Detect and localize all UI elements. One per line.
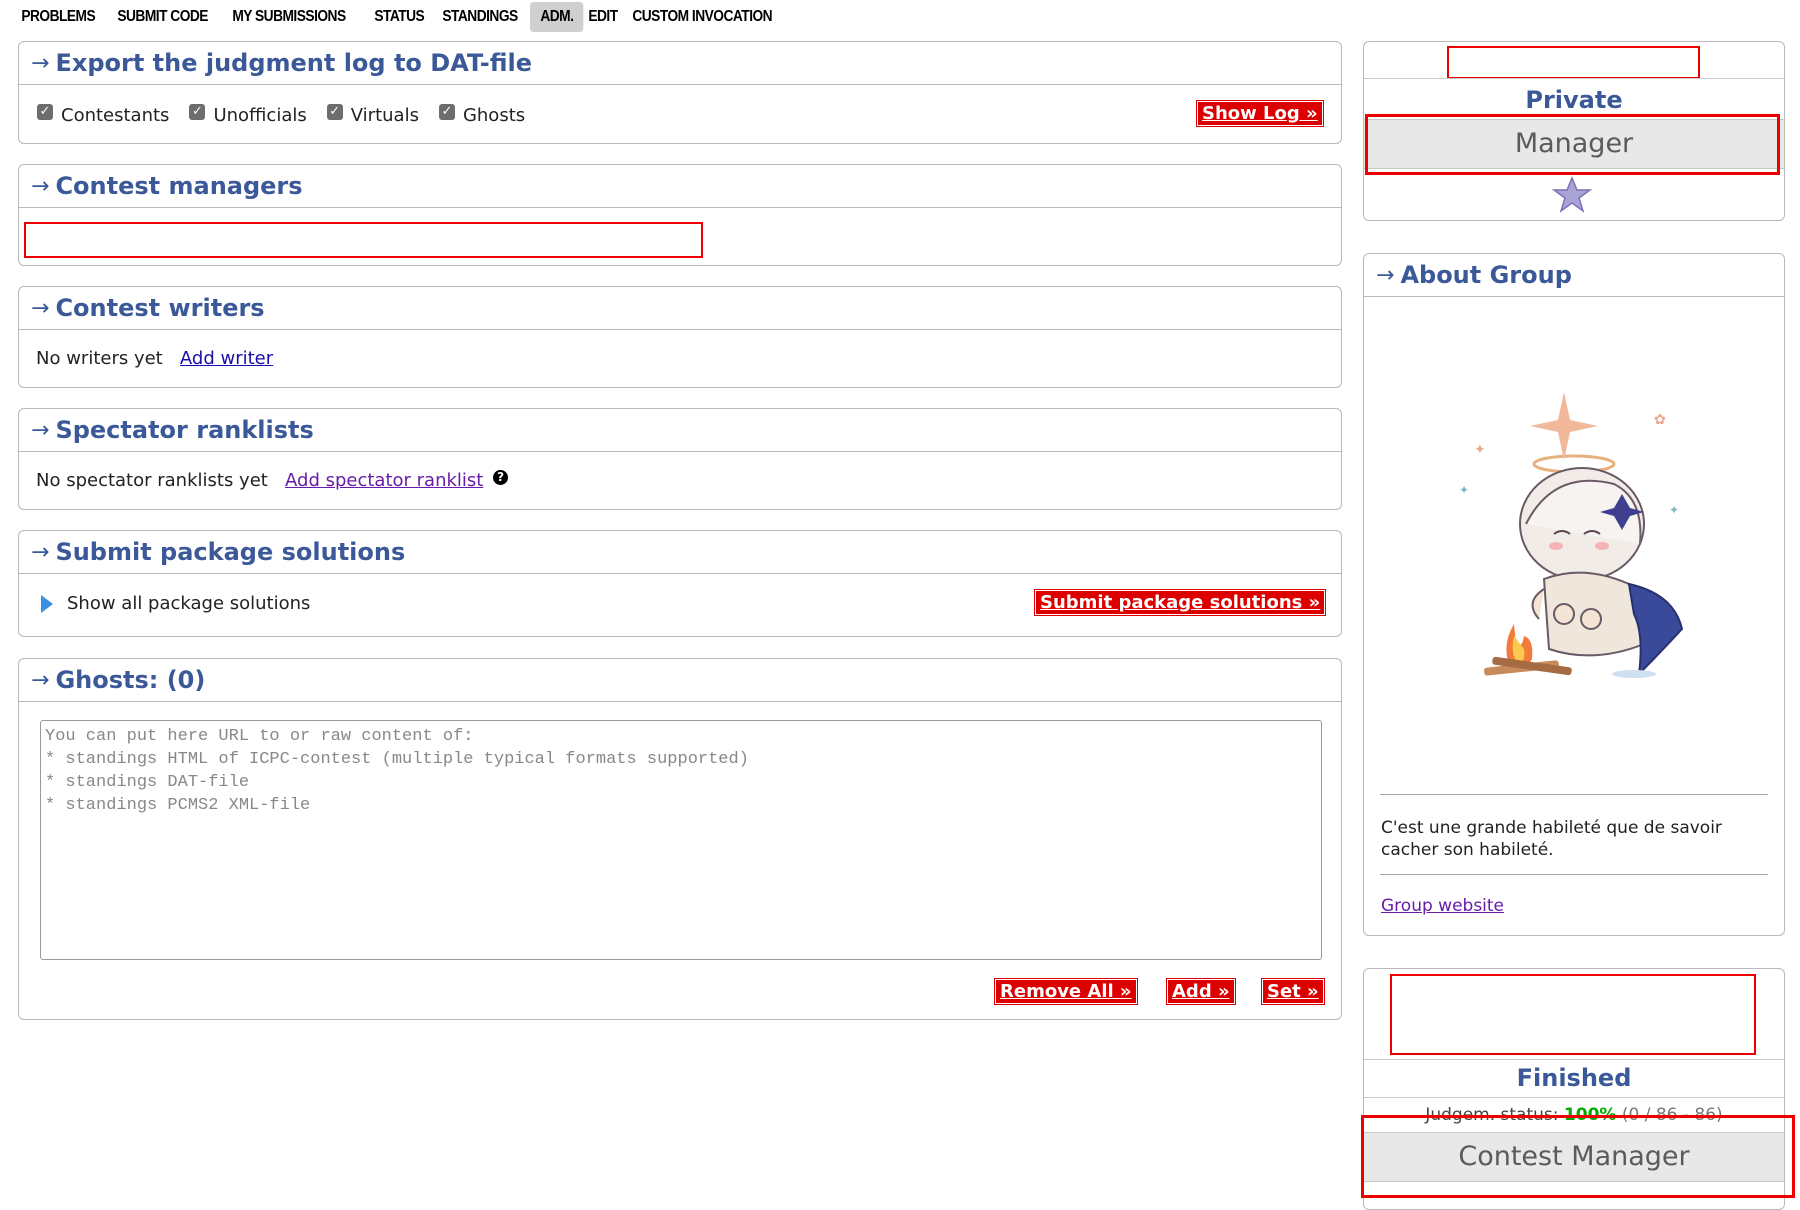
add-ghost-button[interactable]: Add »: [1166, 978, 1236, 1005]
contest-managers-box: → Contest managers: [18, 164, 1342, 266]
checkbox-label: Unofficials: [213, 105, 307, 126]
checkmark-icon: ✓: [189, 103, 206, 120]
checkbox-label: Contestants: [61, 105, 170, 126]
group-status-box: Private Manager: [1363, 41, 1785, 221]
checkbox-virtuals[interactable]: ✓ Virtuals: [326, 103, 419, 126]
set-ghost-button[interactable]: Set »: [1261, 978, 1325, 1005]
package-solutions-heading: Submit package solutions: [55, 538, 406, 566]
contest-phase-label: Finished: [1516, 1064, 1632, 1092]
export-log-heading: Export the judgment log to DAT-file: [55, 49, 533, 77]
help-icon[interactable]: ?: [493, 470, 509, 485]
ghosts-heading: Ghosts: (0): [55, 666, 206, 694]
svg-text:✦: ✦: [1669, 503, 1679, 517]
show-all-package-solutions-label: Show all package solutions: [67, 593, 311, 614]
ghosts-textarea[interactable]: [40, 720, 1322, 960]
role-highlight: [1365, 114, 1780, 175]
arrow-icon: →: [31, 295, 50, 321]
arrow-icon: →: [1376, 262, 1395, 288]
arrow-icon: →: [31, 173, 50, 199]
about-group-box: → About Group ✦ ✿ ✦ ✦ C'est une grande h…: [1363, 253, 1785, 936]
no-spectator-text: No spectator ranklists yet: [36, 470, 268, 491]
menu-item-my-submissions[interactable]: MY SUBMISSIONS: [222, 2, 356, 32]
add-writer-link[interactable]: Add writer: [180, 348, 273, 369]
show-log-button[interactable]: Show Log »: [1196, 100, 1324, 127]
checkbox-label: Ghosts: [462, 105, 526, 126]
redacted-group-name: [1447, 46, 1700, 79]
contest-managers-heading: Contest managers: [55, 172, 303, 200]
spectator-ranklists-box: → Spectator ranklists No spectator rankl…: [18, 408, 1342, 510]
menu-item-adm[interactable]: ADM.: [529, 1, 584, 32]
star-icon[interactable]: [1551, 176, 1593, 219]
checkbox-unofficials[interactable]: ✓ Unofficials: [189, 103, 307, 126]
group-quote: C'est une grande habileté que de savoir …: [1381, 818, 1722, 860]
menu-item-edit[interactable]: EDIT: [578, 2, 628, 32]
contest-writers-box: → Contest writers No writers yet Add wri…: [18, 286, 1342, 388]
svg-text:✦: ✦: [1474, 442, 1486, 458]
menu-item-submit-code[interactable]: SUBMIT CODE: [107, 2, 218, 32]
arrow-icon: →: [31, 417, 50, 443]
package-solutions-title: → Submit package solutions: [19, 531, 1341, 574]
add-spectator-ranklist-link[interactable]: Add spectator ranklist: [285, 470, 483, 491]
checkmark-icon: ✓: [438, 103, 455, 120]
contest-writers-heading: Contest writers: [55, 294, 265, 322]
submit-package-solutions-button[interactable]: Submit package solutions »: [1033, 589, 1327, 616]
contest-managers-title: → Contest managers: [19, 165, 1341, 208]
triangle-right-icon: [41, 594, 53, 613]
spectator-ranklists-title: → Spectator ranklists: [19, 409, 1341, 452]
arrow-icon: →: [31, 50, 50, 76]
ghosts-title: → Ghosts: (0): [19, 659, 1341, 702]
svg-text:✦: ✦: [1459, 483, 1469, 497]
checkmark-icon: ✓: [326, 103, 343, 120]
checkbox-contestants[interactable]: ✓ Contestants: [37, 103, 170, 126]
menu-item-standings[interactable]: STANDINGS: [432, 2, 528, 32]
svg-text:✿: ✿: [1654, 412, 1666, 428]
top-menu: PROBLEMS SUBMIT CODE MY SUBMISSIONS STATUS S…: [11, 0, 795, 33]
menu-item-problems[interactable]: PROBLEMS: [11, 2, 105, 32]
checkbox-ghosts[interactable]: ✓ Ghosts: [438, 103, 526, 126]
group-website-link[interactable]: Group website: [1381, 896, 1504, 916]
arrow-icon: →: [31, 667, 50, 693]
menu-item-custom-invocation[interactable]: CUSTOM INVOCATION: [622, 2, 782, 32]
contest-role-highlight: [1361, 1115, 1795, 1198]
group-status-label: Private: [1525, 86, 1623, 114]
about-group-heading: About Group: [1400, 261, 1572, 289]
arrow-icon: →: [31, 539, 50, 565]
show-all-package-solutions-toggle[interactable]: Show all package solutions: [41, 593, 310, 614]
export-log-title: → Export the judgment log to DAT-file: [19, 42, 1341, 85]
redacted-contest-name: [1390, 974, 1756, 1055]
contest-status-box: Finished Judgem. status: 100% (0 / 86 - …: [1361, 968, 1795, 1210]
contest-writers-title: → Contest writers: [19, 287, 1341, 330]
ghosts-box: → Ghosts: (0) Remove All » Add » Set »: [18, 658, 1342, 1020]
no-writers-text: No writers yet: [36, 348, 163, 369]
export-log-box: → Export the judgment log to DAT-file ✓ C…: [18, 41, 1342, 144]
spectator-ranklists-heading: Spectator ranklists: [55, 416, 314, 444]
redacted-managers-highlight: [24, 222, 703, 258]
about-group-title: → About Group: [1364, 254, 1784, 297]
checkmark-icon: ✓: [37, 103, 53, 120]
group-avatar-illustration: ✦ ✿ ✦ ✦: [1444, 374, 1704, 694]
checkbox-label: Virtuals: [350, 105, 419, 126]
package-solutions-box: → Submit package solutions Show all pack…: [18, 530, 1342, 637]
menu-item-status[interactable]: STATUS: [364, 2, 435, 32]
remove-all-button[interactable]: Remove All »: [994, 978, 1138, 1005]
